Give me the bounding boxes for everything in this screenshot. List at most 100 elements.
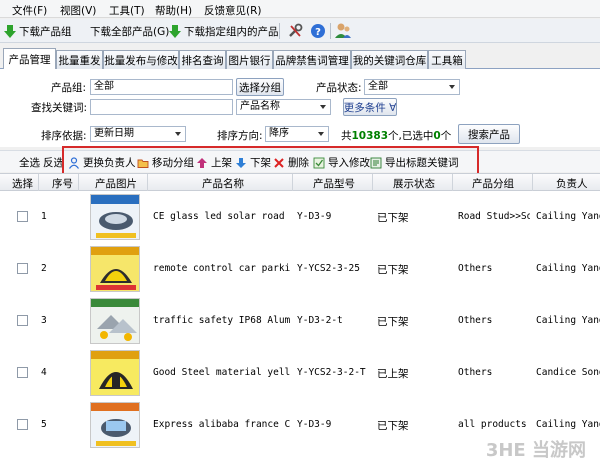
sort-select[interactable]: 更新日期 — [90, 126, 186, 142]
display-status: 已下架 — [377, 212, 409, 224]
product-model: Y-D3-2-t — [297, 315, 343, 326]
status-select[interactable]: 全部 — [364, 79, 460, 95]
product-image[interactable] — [90, 194, 140, 240]
tab-ranking[interactable]: 排名查询 — [179, 50, 226, 69]
col-group[interactable]: 产品分组 — [472, 176, 514, 191]
menu-tools[interactable]: 工具(T) — [109, 3, 145, 18]
display-status: 已上架 — [377, 368, 409, 380]
keyword-input[interactable] — [90, 99, 233, 115]
row-index: 4 — [41, 367, 47, 378]
row-checkbox[interactable] — [17, 315, 28, 326]
svg-text:?: ? — [315, 27, 321, 38]
product-model: Y-YCS2-3-2-T — [297, 367, 366, 378]
download-in-group-button[interactable]: 下载指定组内的产品 — [169, 22, 279, 40]
product-group: all products — [458, 419, 527, 430]
summary-mid: 个,已选中 — [388, 130, 434, 142]
direction-select[interactable]: 降序 — [265, 126, 329, 142]
col-divider — [532, 174, 533, 192]
tab-batch-repost[interactable]: 批量重发 — [56, 50, 103, 69]
table-row[interactable]: 3 traffic safety IP68 Aluminiu Y-D3-2-t … — [0, 295, 600, 347]
selected-count: 0 — [433, 130, 441, 142]
row-index: 2 — [41, 263, 47, 274]
table-row[interactable]: 1 CE glass led solar road mark Y-D3-9 已下… — [0, 191, 600, 243]
product-owner: Cailing Yang — [536, 315, 600, 326]
search-products-button[interactable]: 搜索产品 — [458, 124, 520, 144]
download-in-group-label: 下载指定组内的产品 — [184, 25, 279, 38]
more-conditions-button[interactable]: 更多条件 ∀ — [343, 98, 397, 116]
help-button[interactable]: ? — [308, 21, 328, 41]
menu-help[interactable]: 帮助(H) — [155, 3, 192, 18]
col-index[interactable]: 序号 — [52, 176, 73, 191]
table-row[interactable]: 4 Good Steel material yellow d Y-YCS2-3-… — [0, 347, 600, 399]
col-divider — [452, 174, 453, 192]
col-name[interactable]: 产品名称 — [202, 176, 244, 191]
display-status: 已下架 — [377, 316, 409, 328]
col-status[interactable]: 展示状态 — [393, 176, 435, 191]
tools-button[interactable] — [285, 21, 305, 41]
menu-bar: 文件(F) 视图(V) 工具(T) 帮助(H) 反馈意见(R) — [0, 0, 600, 18]
col-divider — [38, 174, 39, 192]
row-checkbox[interactable] — [17, 419, 28, 430]
invert-selection-link[interactable]: 反选 — [43, 155, 64, 170]
toolbar-separator — [330, 23, 331, 39]
search-field-select[interactable]: 产品名称 — [236, 99, 331, 115]
col-select[interactable]: 选择 — [12, 176, 33, 191]
tab-image-bank[interactable]: 图片银行 — [226, 50, 273, 69]
download-group-button[interactable]: 下载产品组 — [4, 22, 72, 40]
download-arrow-icon — [4, 24, 16, 38]
product-model: Y-YCS2-3-25 — [297, 263, 360, 274]
result-summary: 共10383个,已选中0个 — [341, 128, 451, 143]
tab-product-management[interactable]: 产品管理 — [3, 48, 56, 69]
menu-file[interactable]: 文件(F) — [12, 3, 47, 18]
group-field[interactable]: 全部 — [90, 79, 233, 95]
product-owner: Cailing Yang — [536, 419, 600, 430]
product-name: traffic safety IP68 Aluminiu — [153, 315, 290, 326]
product-name: Express alibaba france CE ce — [153, 419, 290, 430]
row-checkbox[interactable] — [17, 263, 28, 274]
product-image[interactable] — [90, 350, 140, 396]
product-image[interactable] — [90, 246, 140, 292]
toolbar-separator — [279, 23, 280, 39]
download-all-label: 下载全部产品(G) — [90, 25, 170, 38]
menu-view[interactable]: 视图(V) — [60, 3, 96, 18]
product-thumbnail — [91, 247, 139, 290]
select-group-button[interactable]: 选择分组 — [236, 78, 284, 96]
col-divider — [147, 174, 148, 192]
direction-label: 排序方向: — [217, 130, 263, 142]
col-image[interactable]: 产品图片 — [95, 176, 137, 191]
tab-keyword-store[interactable]: 我的关键词仓库 — [351, 50, 428, 69]
col-owner[interactable]: 负责人 — [556, 176, 588, 191]
product-thumbnail — [91, 299, 139, 341]
row-checkbox[interactable] — [17, 211, 28, 222]
wrench-icon — [289, 23, 303, 37]
help-icon: ? — [311, 24, 325, 38]
table-row[interactable]: 2 remote control car parking l Y-YCS2-3-… — [0, 243, 600, 295]
download-group-label: 下载产品组 — [19, 25, 72, 38]
keyword-label: 查找关键词: — [31, 102, 88, 114]
product-image[interactable] — [90, 298, 140, 344]
tab-toolbox[interactable]: 工具箱 — [428, 50, 466, 69]
total-count: 10383 — [351, 130, 389, 142]
product-group: Road Stud>>Solar — [458, 211, 530, 222]
menu-feedback[interactable]: 反馈意见(R) — [204, 3, 262, 18]
select-all-link[interactable]: 全选 — [19, 155, 40, 170]
row-index: 5 — [41, 419, 47, 430]
product-thumbnail — [91, 195, 139, 238]
toolbar: 下载产品组 下载全部产品(G) 下载指定组内的产品 ? — [0, 19, 600, 43]
row-checkbox[interactable] — [17, 367, 28, 378]
product-owner: Cailing Yang — [536, 211, 600, 222]
col-divider — [372, 174, 373, 192]
col-divider — [78, 174, 79, 192]
product-thumbnail — [91, 403, 139, 446]
product-owner: Candice Song — [536, 367, 600, 378]
col-model[interactable]: 产品型号 — [313, 176, 355, 191]
site-watermark: 3HE 当游网 — [485, 440, 586, 461]
tab-brand-words[interactable]: 品牌禁售词管理 — [273, 50, 351, 69]
row-index: 1 — [41, 211, 47, 222]
product-image[interactable] — [90, 402, 140, 448]
account-button[interactable] — [333, 21, 353, 41]
download-all-button[interactable]: 下载全部产品(G) — [90, 22, 169, 40]
product-table: 1 CE glass led solar road mark Y-D3-9 已下… — [0, 191, 600, 466]
row-index: 3 — [41, 315, 47, 326]
tab-batch-publish[interactable]: 批量发布与修改 — [103, 50, 179, 69]
